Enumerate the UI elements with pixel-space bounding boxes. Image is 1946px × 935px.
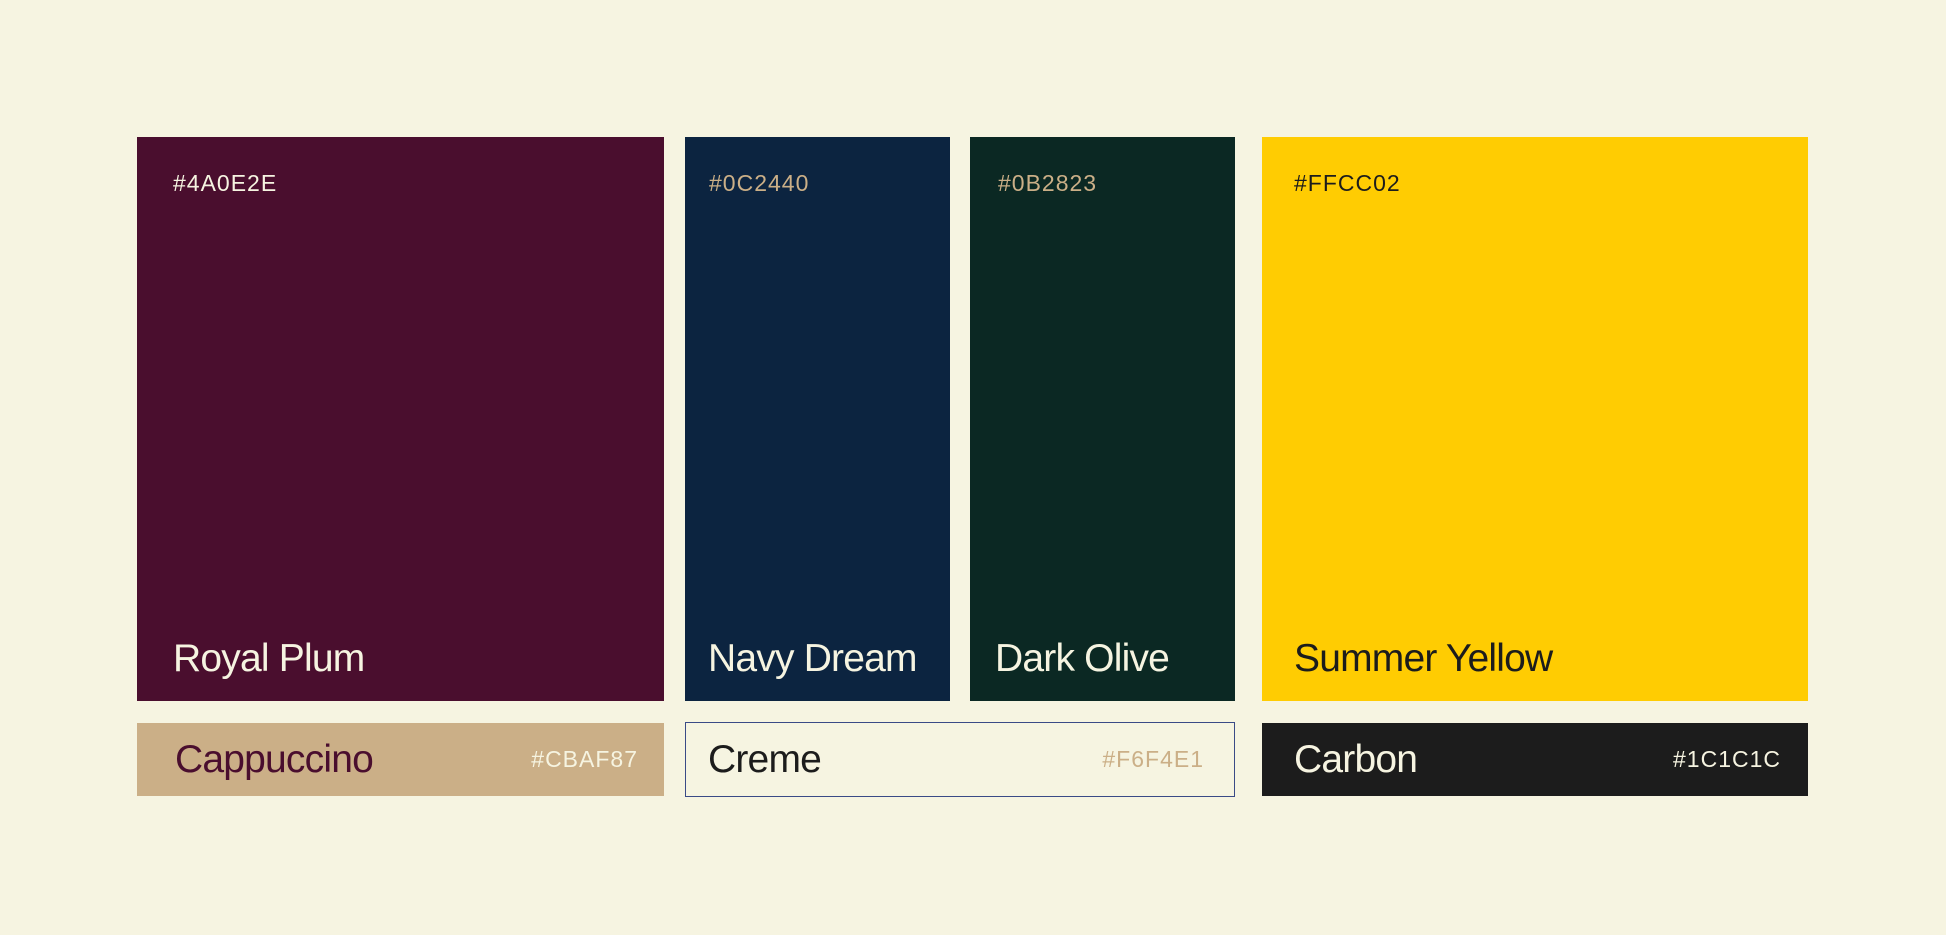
- swatch-name-label: Carbon: [1294, 738, 1418, 781]
- swatch-hex-label: #FFCC02: [1294, 170, 1401, 196]
- swatch-hex-label: #0B2823: [998, 170, 1098, 196]
- swatch-carbon: Carbon #1C1C1C: [1262, 723, 1808, 796]
- swatch-hex-label: #1C1C1C: [1673, 746, 1781, 772]
- swatch-name-label: Navy Dream: [708, 637, 918, 680]
- swatch-hex-label: #F6F4E1: [1102, 746, 1204, 772]
- swatch-cappuccino: Cappuccino #CBAF87: [137, 723, 664, 796]
- swatch-name-label: Summer Yellow: [1294, 637, 1553, 680]
- swatch-hex-label: #CBAF87: [531, 746, 638, 772]
- swatch-dark-olive: #0B2823 Dark Olive: [970, 137, 1235, 701]
- swatch-name-label: Dark Olive: [995, 637, 1170, 680]
- swatch-hex-label: #4A0E2E: [173, 170, 278, 196]
- swatch-hex-label: #0C2440: [709, 170, 810, 196]
- swatch-royal-plum: #4A0E2E Royal Plum: [137, 137, 664, 701]
- swatch-summer-yellow: #FFCC02 Summer Yellow: [1262, 137, 1808, 701]
- swatch-creme: Creme #F6F4E1: [685, 722, 1235, 797]
- swatch-navy-dream: #0C2440 Navy Dream: [685, 137, 950, 701]
- swatch-name-label: Cappuccino: [175, 738, 374, 781]
- swatch-name-label: Royal Plum: [173, 637, 365, 680]
- swatch-name-label: Creme: [708, 738, 822, 781]
